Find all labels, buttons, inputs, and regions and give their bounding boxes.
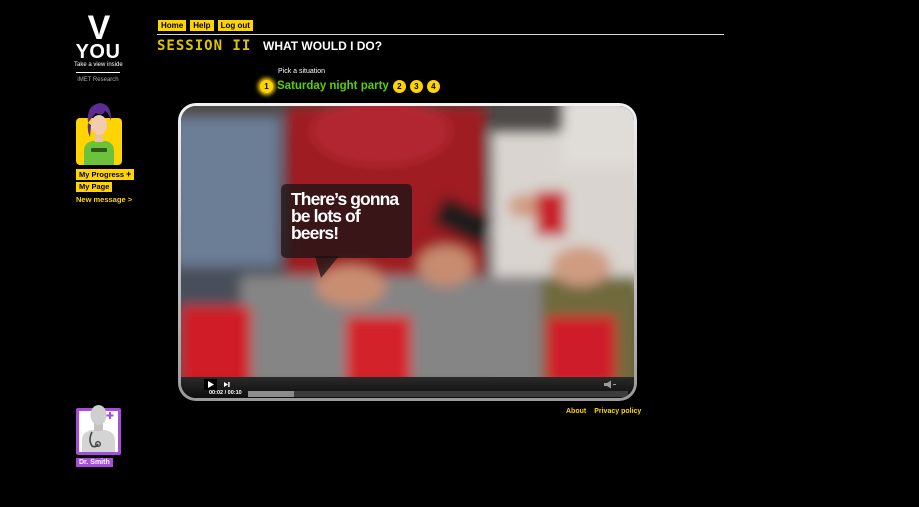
home-button[interactable]: Home [157, 19, 188, 32]
page-title: WHAT WOULD I DO? [263, 39, 383, 53]
situation-1-button[interactable]: 1 [260, 79, 273, 93]
plus-icon: + [126, 169, 132, 179]
privacy-policy-link[interactable]: Privacy policy [594, 408, 641, 415]
my-progress-label: My Progress [79, 170, 125, 179]
help-button[interactable]: Help [189, 19, 215, 32]
footer-links: About Privacy policy [566, 408, 641, 415]
situation-picker: 1 Saturday night party 2 3 4 [260, 79, 440, 93]
logo-mark: V [87, 9, 111, 47]
speech-bubble-text: There’s gonna be lots of beers! [291, 189, 399, 243]
seek-bar[interactable] [248, 391, 628, 397]
about-link[interactable]: About [566, 408, 586, 415]
time-display: 00:02 / 00:10 [209, 390, 242, 396]
top-nav: Home Help Log out [157, 19, 254, 32]
situation-2-button[interactable]: 2 [392, 79, 406, 93]
my-page-button[interactable]: My Page [76, 182, 113, 192]
app-logo[interactable]: V YOU Take a view inside iMET Research [74, 9, 123, 83]
situation-4-button[interactable]: 4 [426, 79, 440, 93]
student-avatar[interactable] [76, 101, 122, 165]
new-message-link[interactable]: New message > [76, 195, 132, 204]
session-number: SESSION II [157, 38, 252, 54]
logo-org: iMET Research [77, 77, 119, 83]
logout-button[interactable]: Log out [216, 19, 254, 32]
volume-mute-icon[interactable] [602, 379, 618, 390]
skip-next-icon[interactable] [222, 379, 232, 390]
video-viewport: There’s gonna be lots of beers! 00:02 / … [181, 106, 634, 398]
logo-wordmark: YOU [75, 41, 121, 63]
session-badge: SESSION II [157, 37, 251, 55]
situation-prompt: Pick a situation [278, 68, 326, 75]
header-divider [157, 34, 724, 35]
doctor-avatar[interactable] [76, 400, 121, 455]
seek-buffered [248, 391, 294, 397]
logo-tagline: Take a view inside [74, 62, 123, 68]
my-progress-button[interactable]: My Progress + [76, 169, 135, 180]
logo-divider [76, 72, 120, 73]
advisor-label[interactable]: Dr. Smith [76, 458, 113, 467]
speech-bubble-tail [315, 256, 339, 278]
situation-3-button[interactable]: 3 [409, 79, 423, 93]
current-situation-label: Saturday night party [277, 80, 389, 92]
video-player: There’s gonna be lots of beers! 00:02 / … [178, 103, 637, 401]
play-icon[interactable] [204, 379, 217, 390]
video-controls: 00:02 / 00:10 [181, 377, 634, 398]
